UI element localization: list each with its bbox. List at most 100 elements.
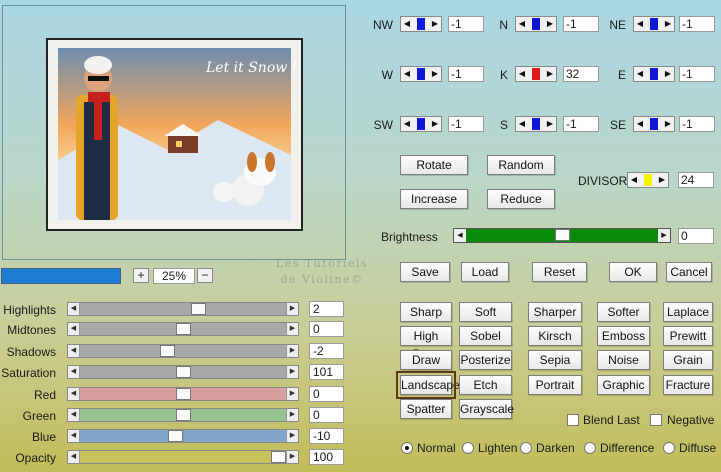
filter-button-softer[interactable]: Softer (597, 302, 650, 322)
right-arrow-icon[interactable]: ▶ (663, 118, 673, 130)
matrix-input-5[interactable]: -1 (679, 66, 715, 82)
right-arrow-icon[interactable]: ▶ (663, 18, 673, 30)
filter-button-graphic[interactable]: Graphic (597, 375, 650, 395)
load-button[interactable]: Load (461, 262, 509, 282)
brightness-right-arrow[interactable]: ▶ (658, 229, 670, 242)
left-arrow-icon[interactable]: ◀ (517, 118, 527, 130)
slider-right-arrow[interactable]: ▶ (286, 366, 298, 378)
filter-button-sharp[interactable]: Sharp (400, 302, 452, 322)
left-arrow-icon[interactable]: ◀ (635, 18, 645, 30)
slider-left-arrow[interactable]: ◀ (68, 345, 80, 357)
filter-button-grain[interactable]: Grain (663, 350, 713, 370)
slider-value-3[interactable]: 101 (309, 364, 344, 380)
reduce-button[interactable]: Reduce (487, 189, 555, 209)
blend-radio-darken[interactable] (520, 442, 532, 454)
slider-value-4[interactable]: 0 (309, 386, 344, 402)
slider-right-arrow[interactable]: ▶ (286, 388, 298, 400)
filter-button-sobel[interactable]: Sobel (459, 326, 512, 346)
matrix-input-7[interactable]: -1 (563, 116, 599, 132)
matrix-scroll-5[interactable]: ◀ ▶ (633, 66, 675, 82)
filter-button-draw[interactable]: Draw (400, 350, 452, 370)
slider-left-arrow[interactable]: ◀ (68, 430, 80, 442)
filter-button-soft[interactable]: Soft (459, 302, 512, 322)
brightness-thumb[interactable] (554, 229, 570, 241)
matrix-input-3[interactable]: -1 (448, 66, 484, 82)
brightness-value[interactable]: 0 (678, 228, 714, 244)
blend-radio-lighten[interactable] (462, 442, 474, 454)
right-arrow-icon[interactable]: ▶ (430, 68, 440, 80)
slider-track-2[interactable]: ◀ ▶ (67, 344, 299, 358)
matrix-input-8[interactable]: -1 (679, 116, 715, 132)
slider-track-7[interactable]: ◀ ▶ (67, 450, 299, 464)
slider-thumb[interactable] (167, 430, 183, 442)
divisor-input[interactable]: 24 (678, 172, 714, 188)
matrix-input-2[interactable]: -1 (679, 16, 715, 32)
zoom-in-button[interactable]: + (133, 268, 149, 283)
slider-thumb[interactable] (271, 451, 286, 463)
filter-button-grayscale[interactable]: Grayscale (459, 399, 514, 419)
brightness-slider[interactable]: ◀ ▶ (453, 228, 671, 243)
slider-right-arrow[interactable]: ▶ (286, 430, 298, 442)
slider-right-arrow[interactable]: ▶ (286, 345, 298, 357)
slider-left-arrow[interactable]: ◀ (68, 388, 80, 400)
slider-track-5[interactable]: ◀ ▶ (67, 408, 299, 422)
right-arrow-icon[interactable]: ▶ (545, 18, 555, 30)
slider-track-6[interactable]: ◀ ▶ (67, 429, 299, 443)
divisor-left-arrow[interactable]: ◀ (629, 174, 639, 186)
slider-value-0[interactable]: 2 (309, 301, 344, 317)
slider-left-arrow[interactable]: ◀ (68, 303, 80, 315)
reset-button[interactable]: Reset (532, 262, 587, 282)
slider-thumb[interactable] (175, 409, 191, 421)
left-arrow-icon[interactable]: ◀ (635, 118, 645, 130)
matrix-scroll-0[interactable]: ◀ ▶ (400, 16, 442, 32)
filter-button-portrait[interactable]: Portrait (528, 375, 582, 395)
slider-value-6[interactable]: -10 (309, 428, 344, 444)
slider-value-5[interactable]: 0 (309, 407, 344, 423)
left-arrow-icon[interactable]: ◀ (402, 18, 412, 30)
blend-radio-diffuse[interactable] (663, 442, 675, 454)
matrix-scroll-4[interactable]: ◀ ▶ (515, 66, 557, 82)
slider-value-7[interactable]: 100 (309, 449, 344, 465)
matrix-input-1[interactable]: -1 (563, 16, 599, 32)
matrix-scroll-1[interactable]: ◀ ▶ (515, 16, 557, 32)
filter-button-fracture[interactable]: Fracture (663, 375, 713, 395)
blend-last-checkbox[interactable] (567, 414, 579, 426)
matrix-scroll-6[interactable]: ◀ ▶ (400, 116, 442, 132)
left-arrow-icon[interactable]: ◀ (402, 118, 412, 130)
divisor-right-arrow[interactable]: ▶ (657, 174, 667, 186)
filter-button-landscape[interactable]: Landscape (396, 371, 460, 399)
slider-track-1[interactable]: ◀ ▶ (67, 322, 299, 336)
right-arrow-icon[interactable]: ▶ (430, 118, 440, 130)
left-arrow-icon[interactable]: ◀ (635, 68, 645, 80)
matrix-scroll-7[interactable]: ◀ ▶ (515, 116, 557, 132)
random-button[interactable]: Random (487, 155, 555, 175)
slider-right-arrow[interactable]: ▶ (286, 303, 298, 315)
matrix-scroll-2[interactable]: ◀ ▶ (633, 16, 675, 32)
filter-button-spatter[interactable]: Spatter (400, 399, 452, 419)
slider-thumb[interactable] (175, 388, 191, 400)
slider-right-arrow[interactable]: ▶ (286, 409, 298, 421)
right-arrow-icon[interactable]: ▶ (545, 118, 555, 130)
filter-button-noise[interactable]: Noise (597, 350, 650, 370)
right-arrow-icon[interactable]: ▶ (663, 68, 673, 80)
matrix-scroll-3[interactable]: ◀ ▶ (400, 66, 442, 82)
filter-button-prewitt[interactable]: Prewitt (663, 326, 713, 346)
left-arrow-icon[interactable]: ◀ (517, 68, 527, 80)
slider-thumb[interactable] (175, 366, 191, 378)
matrix-input-4[interactable]: 32 (563, 66, 599, 82)
slider-track-3[interactable]: ◀ ▶ (67, 365, 299, 379)
blend-radio-difference[interactable] (584, 442, 596, 454)
slider-right-arrow[interactable]: ▶ (286, 323, 298, 335)
slider-value-1[interactable]: 0 (309, 321, 344, 337)
left-arrow-icon[interactable]: ◀ (402, 68, 412, 80)
right-arrow-icon[interactable]: ▶ (430, 18, 440, 30)
slider-thumb[interactable] (190, 303, 206, 315)
slider-value-2[interactable]: -2 (309, 343, 344, 359)
save-button[interactable]: Save (400, 262, 450, 282)
negative-checkbox[interactable] (650, 414, 662, 426)
matrix-input-0[interactable]: -1 (448, 16, 484, 32)
slider-left-arrow[interactable]: ◀ (68, 323, 80, 335)
cancel-button[interactable]: Cancel (666, 262, 712, 282)
brightness-left-arrow[interactable]: ◀ (454, 229, 466, 242)
right-arrow-icon[interactable]: ▶ (545, 68, 555, 80)
